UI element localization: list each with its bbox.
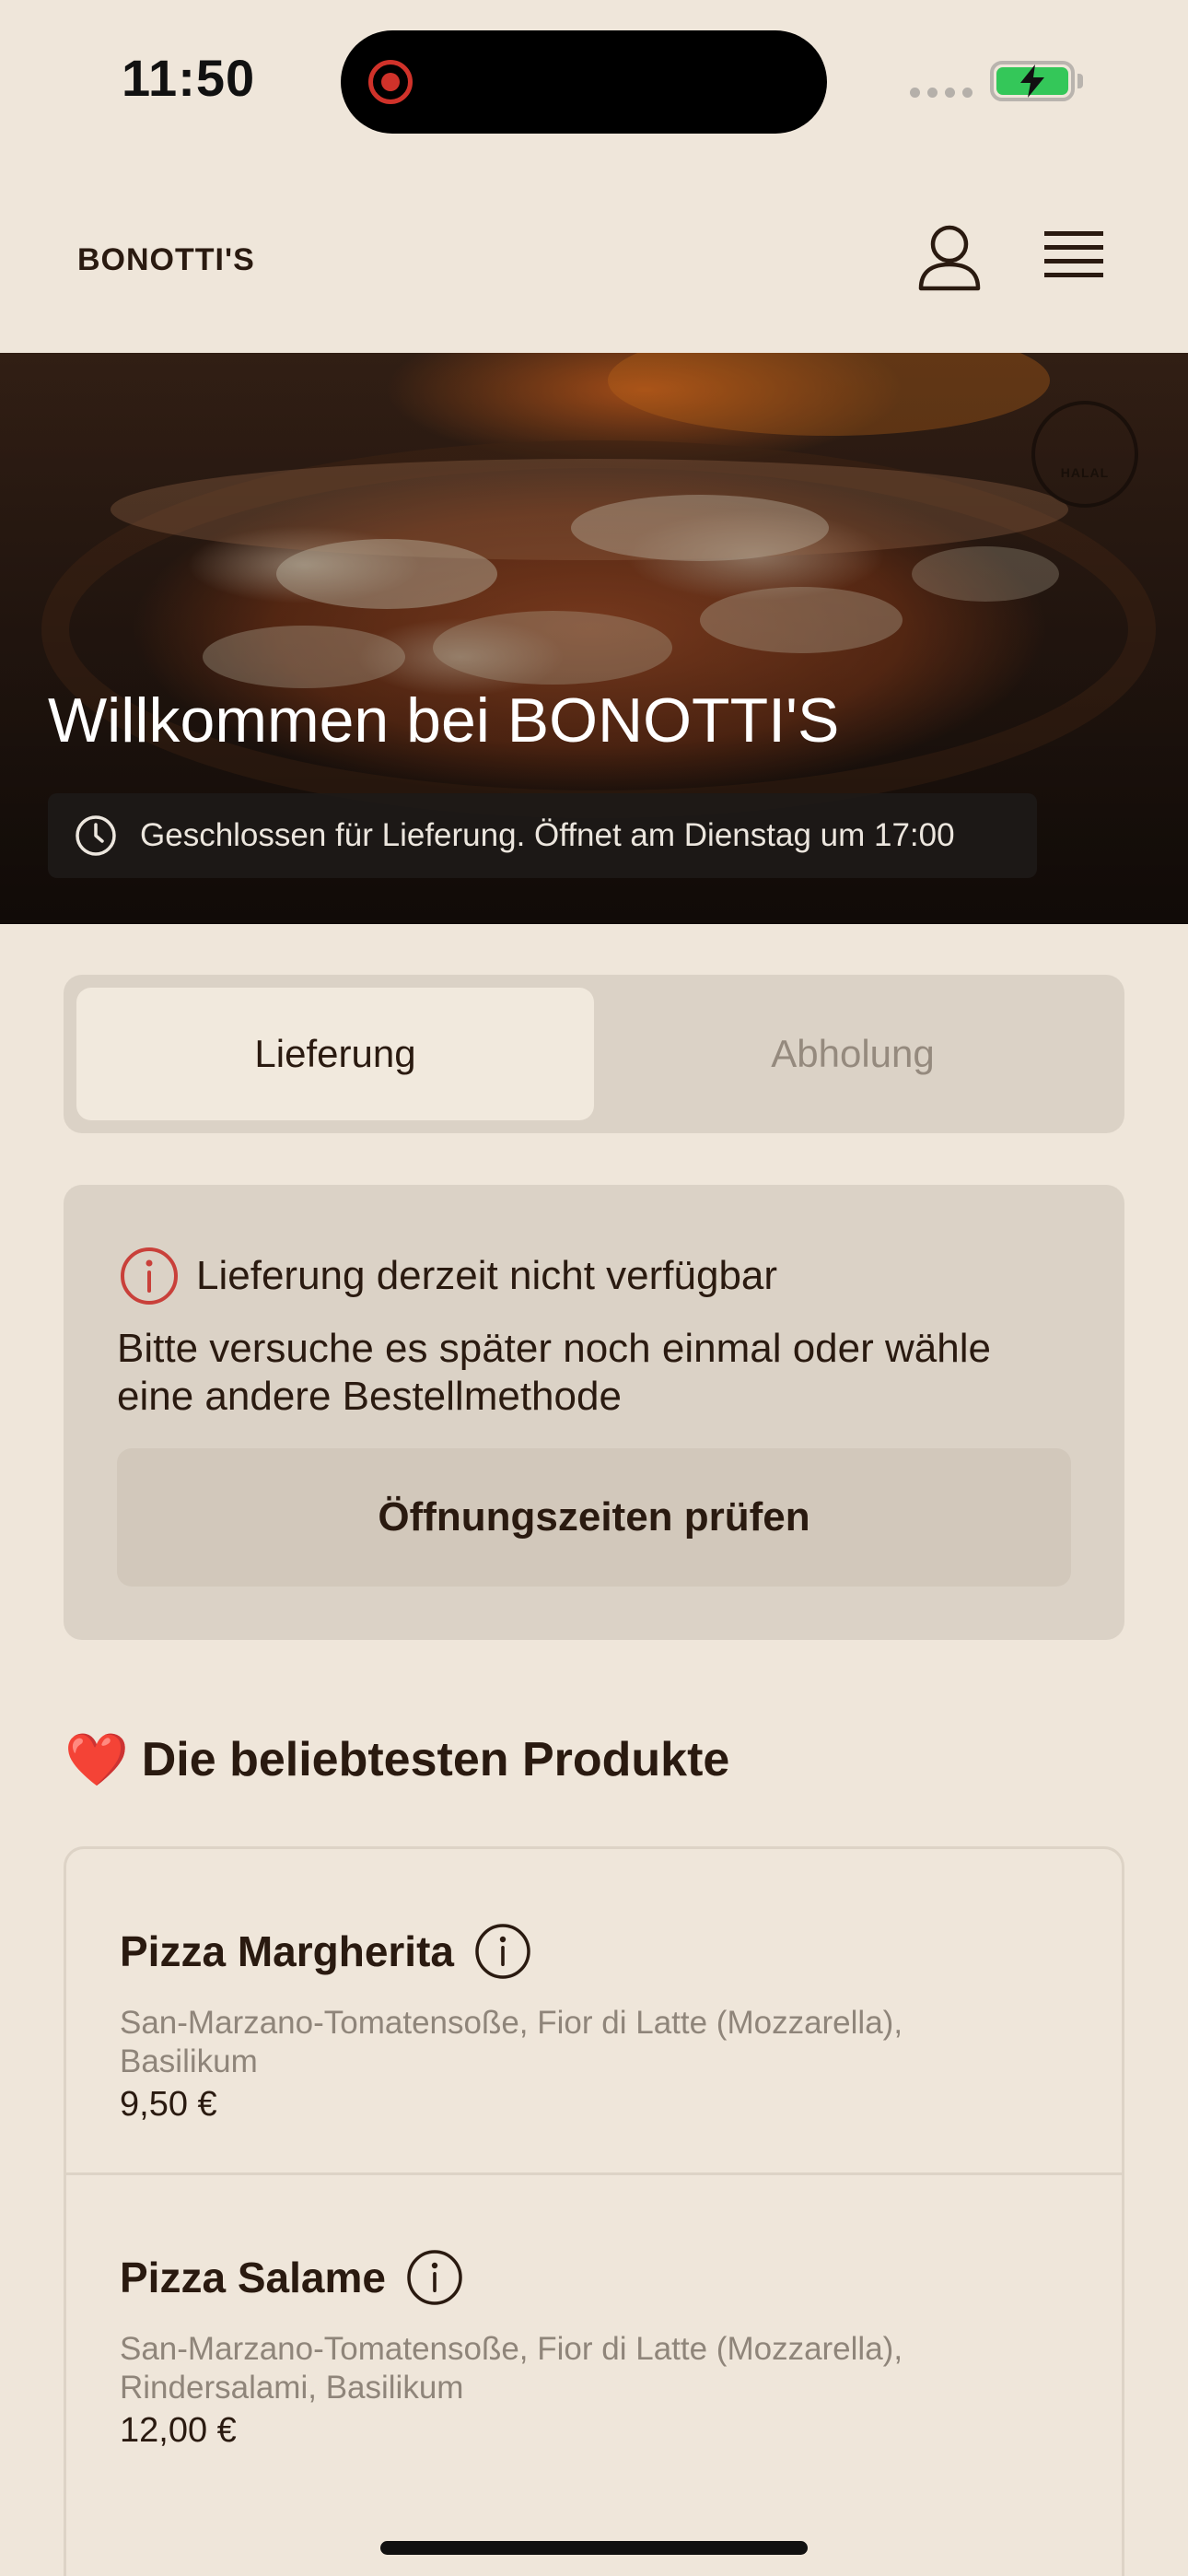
popular-products-heading: ❤️ Die beliebtesten Produkte [64, 1732, 729, 1787]
product-description: San-Marzano-Tomatensoße, Fior di Latte (… [120, 2005, 903, 2079]
dynamic-island [341, 30, 827, 134]
product-name: Pizza Margherita [120, 1927, 454, 1975]
notice-header: Lieferung derzeit nicht verfügbar [119, 1246, 777, 1306]
clock-icon [76, 815, 116, 856]
check-opening-hours-button[interactable]: Öffnungszeiten prüfen [117, 1448, 1071, 1587]
product-description: San-Marzano-Tomatensoße, Fior di Latte (… [120, 2331, 903, 2406]
signal-icon [910, 88, 973, 98]
battery-icon [990, 61, 1075, 101]
delivery-unavailable-notice: Lieferung derzeit nicht verfügbar Bitte … [64, 1185, 1124, 1640]
home-indicator[interactable] [380, 2541, 808, 2555]
product-name: Pizza Salame [120, 2254, 386, 2301]
order-mode-toggle: Lieferung Abholung [64, 975, 1124, 1133]
info-icon[interactable] [406, 2249, 463, 2306]
opening-status-banner: Geschlossen für Lieferung. Öffnet am Die… [48, 793, 1037, 878]
product-price: 12,00 € [120, 2411, 237, 2450]
section-title: Die beliebtesten Produkte [141, 1733, 730, 1786]
brand-logo[interactable]: BONOTTI'S [77, 242, 255, 278]
menu-icon[interactable] [1044, 229, 1103, 285]
battery-nub [1077, 74, 1083, 88]
tab-pickup[interactable]: Abholung [594, 988, 1112, 1120]
recording-icon [368, 60, 413, 104]
notice-title: Lieferung derzeit nicht verfügbar [196, 1253, 778, 1298]
product-item[interactable]: Pizza Margherita San-Marzano-Tomatensoße… [66, 1849, 1122, 2175]
notice-text: Bitte versuche es später noch einmal ode… [117, 1326, 991, 1419]
product-item[interactable]: Pizza Salame San-Marzano-Tomatensoße, Fi… [66, 2175, 1122, 2501]
product-price: 9,50 € [120, 2085, 217, 2124]
tab-delivery[interactable]: Lieferung [76, 988, 594, 1120]
alert-info-icon [121, 1247, 178, 1305]
user-icon[interactable] [917, 224, 982, 292]
heart-icon: ❤️ [64, 1730, 129, 1788]
charging-bolt-icon [1020, 64, 1044, 98]
halal-badge-icon: HALAL [1031, 401, 1138, 508]
info-icon[interactable] [474, 1923, 531, 1980]
app-header: BONOTTI'S [0, 161, 1188, 353]
product-list: Pizza Margherita San-Marzano-Tomatensoße… [64, 1846, 1124, 2576]
opening-status-text: Geschlossen für Lieferung. Öffnet am Die… [140, 817, 955, 853]
hero-title: Willkommen bei BONOTTI'S [48, 685, 840, 755]
status-time: 11:50 [122, 49, 256, 107]
hero-banner: HALAL Willkommen bei BONOTTI'S Geschloss… [0, 353, 1188, 924]
status-bar: 11:50 [0, 0, 1188, 161]
